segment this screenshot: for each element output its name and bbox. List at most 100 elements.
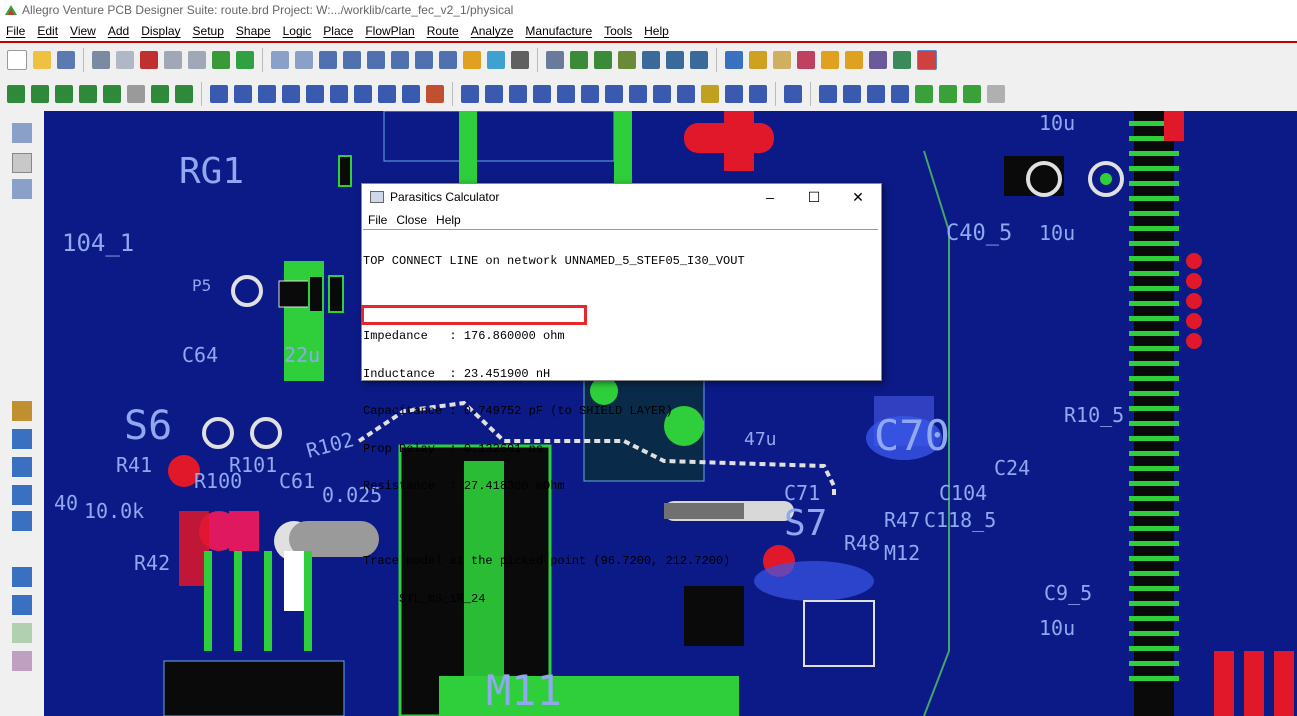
zoom-fit-icon[interactable] (343, 51, 361, 69)
menu-display[interactable]: Display (135, 24, 186, 38)
parasitics-icon[interactable] (917, 50, 937, 70)
component-icon[interactable] (12, 123, 32, 143)
circle-icon[interactable] (258, 85, 276, 103)
menu-analyze[interactable]: Analyze (465, 24, 520, 38)
measure-icon[interactable] (773, 51, 791, 69)
open-folder-icon[interactable] (33, 51, 51, 69)
fanout-tool-icon[interactable] (12, 457, 32, 477)
menu-setup[interactable]: Setup (187, 24, 230, 38)
void-circle-icon[interactable] (378, 85, 396, 103)
odb-icon[interactable] (533, 85, 551, 103)
grid-setup-icon[interactable] (546, 51, 564, 69)
dialog-menu-help[interactable]: Help (430, 213, 464, 227)
new-file-icon[interactable] (7, 50, 27, 70)
void-rect-icon[interactable] (354, 85, 372, 103)
zoom-world-icon[interactable] (439, 51, 457, 69)
curve-edit-icon[interactable] (939, 85, 957, 103)
line-icon[interactable] (210, 85, 228, 103)
grid-toggle-icon[interactable] (295, 51, 313, 69)
align-left-icon[interactable] (485, 85, 503, 103)
zoom-out-icon[interactable] (391, 51, 409, 69)
text-icon[interactable] (987, 85, 1005, 103)
dehighlight-icon[interactable] (821, 51, 839, 69)
layer-1-icon[interactable] (7, 85, 25, 103)
fanout-icon[interactable] (867, 85, 885, 103)
timer-icon[interactable] (893, 51, 911, 69)
gloss-icon[interactable] (843, 85, 861, 103)
menu-file[interactable]: File (0, 24, 31, 38)
minimize-icon[interactable]: – (748, 184, 792, 210)
curve-icon[interactable] (915, 85, 933, 103)
zoom-points-icon[interactable] (319, 51, 337, 69)
menu-view[interactable]: View (64, 24, 102, 38)
layer-4-icon[interactable] (79, 85, 97, 103)
merge-shape-icon[interactable] (402, 85, 420, 103)
flip-icon[interactable] (511, 51, 529, 69)
save-icon[interactable] (57, 51, 75, 69)
add-text-icon[interactable] (12, 623, 32, 643)
layer-7-icon[interactable] (151, 85, 169, 103)
net-icon[interactable] (701, 85, 719, 103)
layer-8-icon[interactable] (175, 85, 193, 103)
polygon-icon[interactable] (282, 85, 300, 103)
grid-icon[interactable] (271, 51, 289, 69)
redo-icon[interactable] (188, 51, 206, 69)
menu-add[interactable]: Add (102, 24, 135, 38)
search-icon[interactable] (891, 85, 909, 103)
via-icon[interactable] (581, 85, 599, 103)
drc-icon[interactable] (642, 51, 660, 69)
edit-boundary-icon[interactable] (426, 85, 444, 103)
info-icon[interactable] (725, 51, 743, 69)
menu-edit[interactable]: Edit (31, 24, 64, 38)
dialog-menu-close[interactable]: Close (390, 213, 430, 227)
pushpin-icon[interactable] (236, 51, 254, 69)
menu-manufacture[interactable]: Manufacture (519, 24, 598, 38)
shape-icon[interactable] (306, 85, 324, 103)
maximize-icon[interactable]: ☐ (792, 184, 836, 210)
layer-5-icon[interactable] (103, 85, 121, 103)
move-icon[interactable] (92, 51, 110, 69)
zoom-in-icon[interactable] (367, 51, 385, 69)
curve-delay-icon[interactable] (963, 85, 981, 103)
help-icon[interactable] (749, 51, 767, 69)
close-icon[interactable]: ✕ (836, 184, 880, 210)
pattern-icon[interactable] (749, 85, 767, 103)
copy-icon[interactable] (116, 51, 134, 69)
probe-icon[interactable] (653, 85, 671, 103)
menu-route[interactable]: Route (421, 24, 465, 38)
menu-shape[interactable]: Shape (230, 24, 277, 38)
slide-tool-icon[interactable] (12, 429, 32, 449)
test-icon[interactable] (605, 85, 623, 103)
stack-icon[interactable] (557, 85, 575, 103)
3d-view-icon[interactable] (487, 51, 505, 69)
delete-icon[interactable] (140, 51, 158, 69)
u1-icon[interactable] (12, 153, 32, 173)
menu-logic[interactable]: Logic (277, 24, 318, 38)
bars-icon[interactable] (869, 51, 887, 69)
gloss-tool-icon[interactable] (12, 511, 32, 531)
menu-tools[interactable]: Tools (598, 24, 638, 38)
menu-help[interactable]: Help (638, 24, 675, 38)
add-rect-icon[interactable] (12, 595, 32, 615)
rectangle-icon[interactable] (234, 85, 252, 103)
add-line-icon[interactable] (12, 567, 32, 587)
slide-icon[interactable] (819, 85, 837, 103)
layers-icon[interactable] (594, 51, 612, 69)
pin-icon[interactable] (212, 51, 230, 69)
pin-swap-icon[interactable] (12, 179, 32, 199)
menu-flowplan[interactable]: FlowPlan (359, 24, 420, 38)
assign-color-icon[interactable] (845, 51, 863, 69)
zoom-previous-icon[interactable] (415, 51, 433, 69)
void-icon[interactable] (330, 85, 348, 103)
align-right-icon[interactable] (509, 85, 527, 103)
spread-icon[interactable] (12, 485, 32, 505)
rf-icon[interactable] (629, 85, 647, 103)
menu-place[interactable]: Place (317, 24, 359, 38)
grid-array-icon[interactable] (677, 85, 695, 103)
shadow-icon[interactable] (618, 51, 636, 69)
dimension-icon[interactable] (461, 85, 479, 103)
dialog-menu-file[interactable]: File (362, 213, 390, 227)
matrix-icon[interactable] (725, 85, 743, 103)
layer-3-icon[interactable] (55, 85, 73, 103)
connect-icon[interactable] (12, 401, 32, 421)
